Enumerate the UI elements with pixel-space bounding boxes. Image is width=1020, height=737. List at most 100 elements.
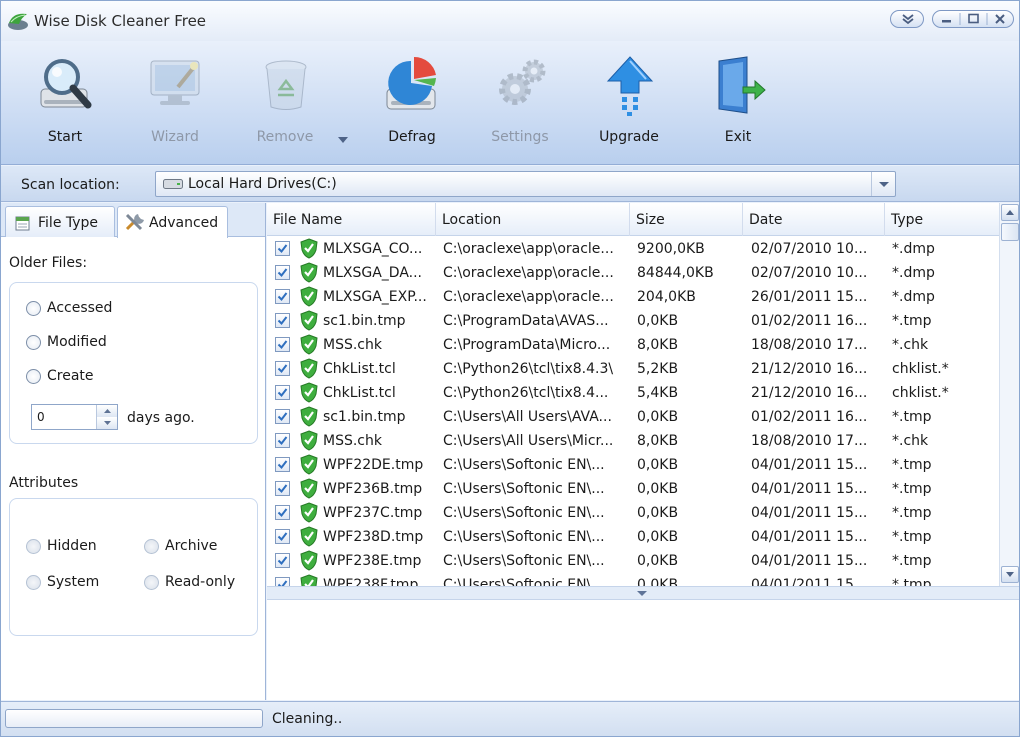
cell-type: *.dmp (892, 241, 935, 257)
vertical-scrollbar[interactable] (999, 203, 1019, 586)
maximize-button[interactable] (960, 11, 987, 27)
table-row[interactable]: MLXSGA_CO... C:\oraclexe\app\oracle... 920… (267, 237, 999, 261)
table-row[interactable]: sc1.bin.tmp C:\Users\All Users\AVA... 0,0K… (267, 405, 999, 429)
table-row[interactable]: ChkList.tcl C:\Python26\tcl\tix8.4.3\ 5,2K… (267, 357, 999, 381)
cell-location: C:\oraclexe\app\oracle... (443, 289, 614, 305)
defrag-label: Defrag (388, 129, 436, 145)
row-checkbox[interactable] (275, 289, 290, 304)
recycle-bin-icon (265, 60, 307, 110)
radio-modified[interactable] (26, 335, 41, 350)
radio-accessed[interactable] (26, 301, 41, 316)
attributes-title: Attributes (9, 475, 79, 491)
scroll-down-button[interactable] (1001, 566, 1019, 583)
checkmark-icon (277, 436, 288, 446)
scan-location-value: Local Hard Drives(C:) (188, 176, 337, 192)
minimize-button[interactable] (933, 11, 960, 27)
row-checkbox[interactable] (275, 265, 290, 280)
scan-location-label: Scan location: (21, 177, 120, 193)
row-checkbox[interactable] (275, 529, 290, 544)
cell-name: MLXSGA_CO... (323, 241, 423, 257)
radio-modified-label: Modified (47, 334, 107, 350)
exit-button[interactable]: Exit (693, 55, 783, 155)
table-row[interactable]: WPF22DE.tmp C:\Users\Softonic EN\... 0,0KB… (267, 453, 999, 477)
attr-hidden[interactable] (26, 539, 41, 554)
checkmark-icon (277, 292, 288, 302)
tab-file-type[interactable]: File Type (5, 206, 115, 237)
table-row[interactable]: WPF238F.tmp C:\Users\Softonic EN\... 0,0KB… (267, 573, 999, 586)
scan-location-dropdown[interactable]: Local Hard Drives(C:) (155, 171, 896, 197)
table-row[interactable]: WPF238E.tmp C:\Users\Softonic EN\... 0,0KB… (267, 549, 999, 573)
cell-location: C:\oraclexe\app\oracle... (443, 241, 614, 257)
attr-system[interactable] (26, 575, 41, 590)
attr-archive[interactable] (144, 539, 159, 554)
days-spinner[interactable]: 0 (31, 404, 118, 430)
cell-size: 5,2KB (637, 361, 679, 377)
table-row[interactable]: MSS.chk C:\Users\All Users\Micr... 8,0KB 18… (267, 429, 999, 453)
remove-button[interactable]: Remove (240, 55, 330, 155)
attr-read-only-label: Read-only (165, 574, 236, 590)
row-checkbox[interactable] (275, 457, 290, 472)
shield-check-icon (300, 262, 318, 283)
scroll-up-button[interactable] (1001, 204, 1019, 221)
shield-check-icon (300, 574, 318, 586)
cell-size: 0,0KB (637, 313, 679, 329)
radio-create[interactable] (26, 369, 41, 384)
table-row[interactable]: sc1.bin.tmp C:\ProgramData\AVAS... 0,0KB 01… (267, 309, 999, 333)
tab-advanced[interactable]: Advanced (117, 206, 228, 238)
cell-name: MSS.chk (323, 433, 382, 449)
cell-type: *.dmp (892, 289, 935, 305)
start-button[interactable]: Start (20, 55, 110, 155)
cell-name: WPF236B.tmp (323, 481, 423, 497)
row-checkbox[interactable] (275, 337, 290, 352)
column-file-name[interactable]: File Name (267, 203, 436, 236)
table-row[interactable]: WPF236B.tmp C:\Users\Softonic EN\... 0,0KB… (267, 477, 999, 501)
remove-dropdown-icon[interactable] (337, 136, 349, 144)
table-row[interactable]: WPF238D.tmp C:\Users\Softonic EN\... 0,0KB… (267, 525, 999, 549)
column-location[interactable]: Location (436, 203, 630, 236)
defrag-button[interactable]: Defrag (367, 55, 457, 155)
column-type[interactable]: Type (885, 203, 999, 236)
row-checkbox[interactable] (275, 385, 290, 400)
status-bar: Cleaning.. (1, 701, 1019, 736)
attr-read-only[interactable] (144, 575, 159, 590)
table-row[interactable]: MLXSGA_DA... C:\oraclexe\app\oracle... 848… (267, 261, 999, 285)
column-date[interactable]: Date (743, 203, 885, 236)
wizard-button[interactable]: Wizard (130, 55, 220, 155)
cell-type: *.chk (892, 337, 929, 353)
close-button[interactable] (987, 11, 1014, 27)
row-checkbox[interactable] (275, 241, 290, 256)
scan-dropdown-arrow[interactable] (871, 172, 895, 196)
table-row[interactable]: WPF237C.tmp C:\Users\Softonic EN\... 0,0KB… (267, 501, 999, 525)
cell-size: 8,0KB (637, 337, 679, 353)
cell-type: *.tmp (892, 505, 932, 521)
row-checkbox[interactable] (275, 313, 290, 328)
menu-button[interactable] (890, 10, 924, 28)
row-checkbox[interactable] (275, 553, 290, 568)
table-row[interactable]: MSS.chk C:\ProgramData\Micro... 8,0KB 18/08… (267, 333, 999, 357)
table-row[interactable]: MLXSGA_EXP... C:\oraclexe\app\oracle... 20… (267, 285, 999, 309)
table-row[interactable]: ChkList.tcl C:\Python26\tcl\tix8.4... 5,4K… (267, 381, 999, 405)
row-checkbox[interactable] (275, 409, 290, 424)
row-checkbox[interactable] (275, 433, 290, 448)
minimize-icon (942, 20, 951, 23)
preview-splitter[interactable] (267, 586, 1019, 600)
cell-name: sc1.bin.tmp (323, 409, 406, 425)
cell-date: 04/01/2011 15... (751, 529, 868, 545)
cell-size: 8,0KB (637, 433, 679, 449)
upgrade-button[interactable]: Upgrade (584, 55, 674, 155)
row-checkbox[interactable] (275, 361, 290, 376)
row-checkbox[interactable] (275, 577, 290, 586)
days-down-button[interactable] (96, 417, 117, 429)
tab-advanced-label: Advanced (149, 215, 219, 231)
cell-size: 5,4KB (637, 385, 679, 401)
days-up-button[interactable] (96, 405, 117, 417)
row-checkbox[interactable] (275, 505, 290, 520)
settings-button[interactable]: Settings (475, 55, 565, 155)
checkmark-icon (277, 508, 288, 518)
attr-hidden-label: Hidden (47, 538, 97, 554)
scroll-thumb[interactable] (1001, 223, 1019, 241)
filter-tabs: File Type Advanced (1, 203, 265, 238)
checkmark-icon (277, 412, 288, 422)
column-size[interactable]: Size (630, 203, 743, 236)
row-checkbox[interactable] (275, 481, 290, 496)
